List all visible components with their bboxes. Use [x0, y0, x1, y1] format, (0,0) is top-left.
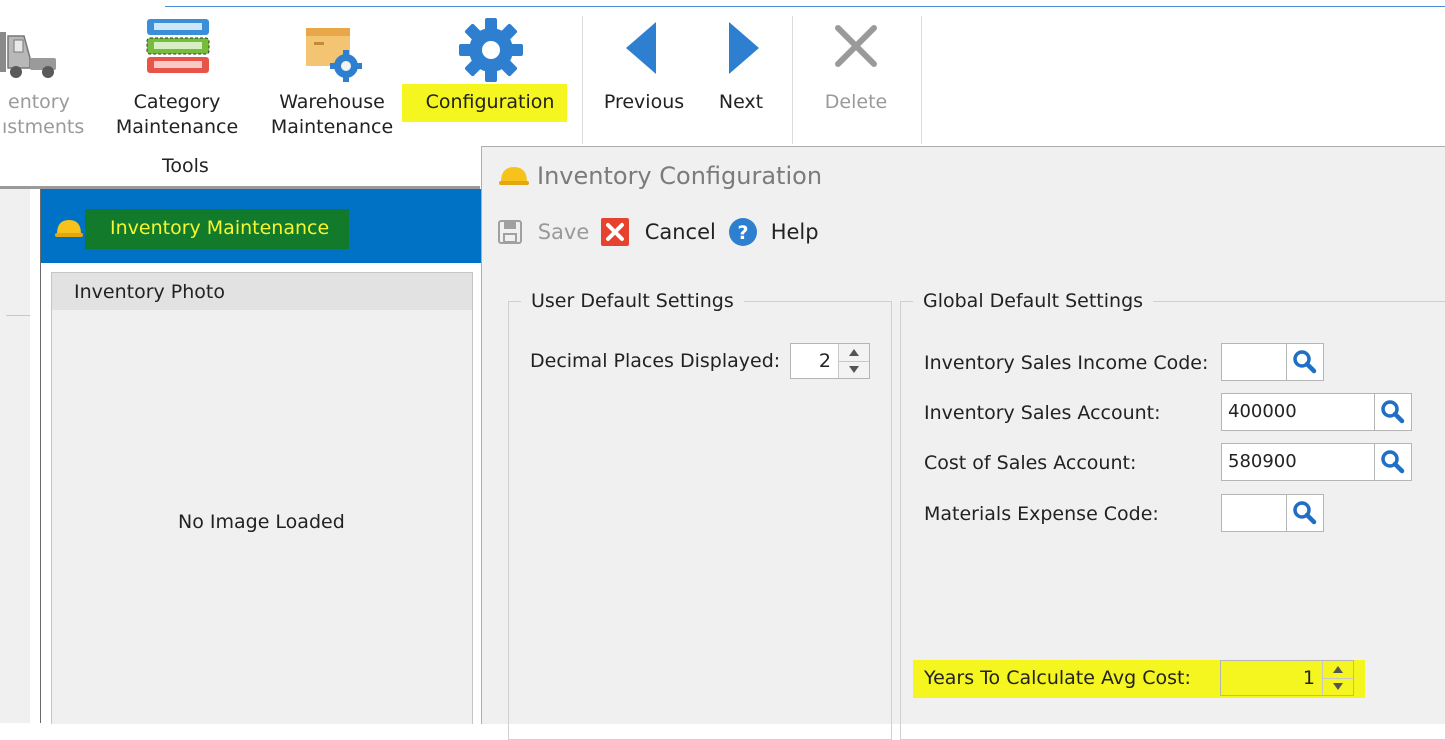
ribbon-top-border [165, 6, 1445, 7]
spinner-arrows [838, 344, 869, 378]
inventory-adjustments-button[interactable]: entory ıstments [0, 14, 90, 144]
decimal-places-spinner[interactable]: 2 [790, 343, 870, 379]
inventory-maintenance-title: Inventory Maintenance [110, 217, 330, 239]
next-button[interactable]: Next [697, 14, 785, 124]
no-image-text: No Image Loaded [178, 511, 345, 533]
decimal-places-value: 2 [818, 350, 831, 372]
warehouse-maintenance-label: Warehouse Maintenance [270, 91, 394, 138]
sales-account-label: Inventory Sales Account: [924, 402, 1161, 424]
navigation-pane [0, 186, 31, 723]
inventory-adjustments-label: entory ıstments [2, 91, 85, 138]
previous-label: Previous [603, 91, 685, 113]
ribbon-separator [921, 16, 922, 144]
floppy-disk-icon [497, 219, 523, 245]
sales-income-code-label: Inventory Sales Income Code: [924, 352, 1209, 374]
inventory-photo-panel [51, 272, 473, 724]
hardhat-icon [54, 216, 84, 240]
spin-up-icon[interactable] [1323, 661, 1353, 679]
sales-income-code-input[interactable] [1221, 343, 1287, 381]
arrow-right-icon [697, 14, 785, 84]
dialog-title: Inventory Configuration [537, 162, 823, 190]
navigation-pane-divider [6, 315, 30, 316]
category-icon [110, 14, 244, 84]
arrow-left-icon [592, 14, 696, 84]
inventory-photo-title: Inventory Photo [74, 281, 225, 303]
gear-icon [405, 14, 575, 84]
help-icon: ? [728, 217, 758, 247]
materials-expense-input[interactable] [1221, 494, 1287, 532]
search-icon[interactable] [1286, 494, 1324, 532]
category-maintenance-button[interactable]: Category Maintenance [110, 14, 244, 144]
search-icon[interactable] [1286, 343, 1324, 381]
user-default-settings-legend: User Default Settings [531, 290, 734, 312]
delete-button[interactable]: Delete [800, 14, 912, 124]
save-button[interactable]: Save [497, 216, 589, 247]
forklift-icon [0, 14, 90, 84]
years-avg-cost-spinner[interactable]: 1 [1220, 660, 1354, 696]
cancel-x-icon [600, 217, 630, 247]
configuration-button[interactable]: Configuration [405, 14, 575, 124]
delete-x-icon [800, 14, 912, 84]
previous-button[interactable]: Previous [592, 14, 696, 124]
search-icon[interactable] [1374, 393, 1412, 431]
next-label: Next [718, 91, 764, 113]
hardhat-icon [498, 163, 530, 189]
warehouse-maintenance-button[interactable]: Warehouse Maintenance [264, 14, 400, 144]
configuration-label: Configuration [425, 91, 555, 113]
spinner-arrows [1322, 661, 1353, 695]
cancel-button[interactable]: Cancel [600, 216, 716, 247]
materials-expense-label: Materials Expense Code: [924, 503, 1159, 525]
category-maintenance-label: Category Maintenance [115, 91, 239, 138]
warehouse-gear-icon [264, 14, 400, 84]
global-default-settings-legend: Global Default Settings [923, 290, 1144, 312]
delete-label: Delete [824, 91, 888, 113]
spin-down-icon[interactable] [839, 361, 869, 378]
tools-group-label: Tools [162, 155, 209, 177]
ribbon-separator [582, 16, 583, 144]
sales-account-input[interactable]: 400000 [1221, 393, 1375, 431]
years-avg-cost-label: Years To Calculate Avg Cost: [924, 667, 1191, 689]
help-button[interactable]: ? Help [728, 216, 819, 247]
cost-of-sales-input[interactable]: 580900 [1221, 443, 1375, 481]
spin-up-icon[interactable] [839, 344, 869, 362]
decimal-places-label: Decimal Places Displayed: [530, 350, 781, 372]
search-icon[interactable] [1374, 443, 1412, 481]
svg-text:?: ? [737, 222, 748, 244]
years-avg-cost-value: 1 [1302, 667, 1315, 689]
ribbon-separator [792, 16, 793, 144]
spin-down-icon[interactable] [1323, 678, 1353, 695]
cost-of-sales-label: Cost of Sales Account: [924, 452, 1137, 474]
